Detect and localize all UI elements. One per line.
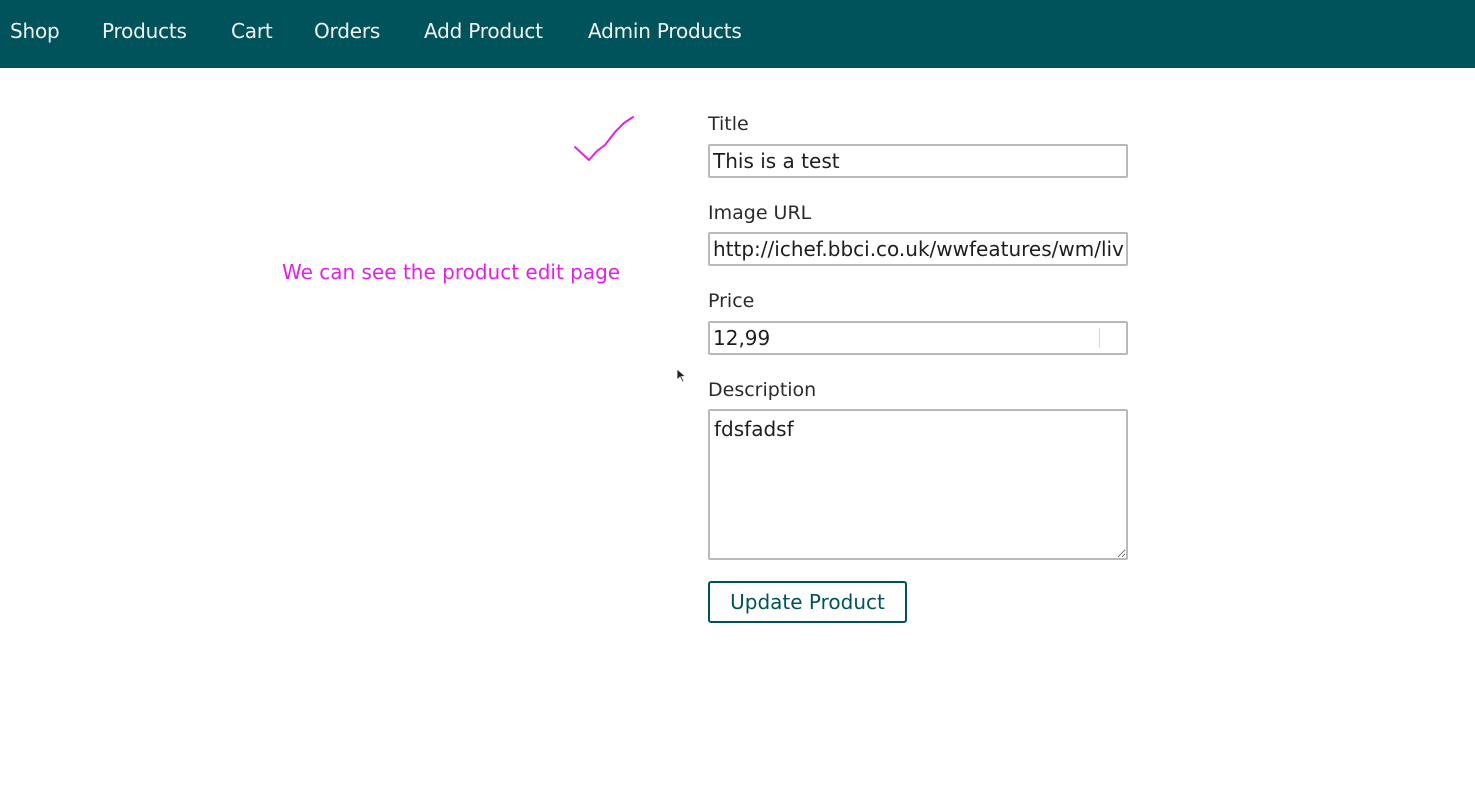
nav-shop-link[interactable]: Shop xyxy=(10,19,60,43)
update-product-button[interactable]: Update Product xyxy=(708,581,907,623)
price-label: Price xyxy=(708,290,755,312)
description-textarea[interactable]: fdsfadsf xyxy=(708,409,1128,560)
nav-cart-link[interactable]: Cart xyxy=(231,19,273,43)
price-field-divider xyxy=(1099,328,1100,348)
nav-add-product-link[interactable]: Add Product xyxy=(424,19,543,43)
price-input[interactable] xyxy=(708,321,1128,355)
annotation-note: We can see the product edit page xyxy=(282,260,621,284)
title-input[interactable] xyxy=(708,144,1128,178)
mouse-cursor-icon xyxy=(676,368,687,383)
title-label: Title xyxy=(708,113,749,135)
nav-products-link[interactable]: Products xyxy=(102,19,187,43)
description-label: Description xyxy=(708,379,817,401)
nav-admin-products-link[interactable]: Admin Products xyxy=(588,19,742,43)
handwritten-checkmark-icon xyxy=(574,116,634,161)
main-navigation: Shop Products Cart Orders Add Product Ad… xyxy=(0,0,1475,68)
image-url-label: Image URL xyxy=(708,202,812,224)
image-url-input[interactable] xyxy=(708,232,1128,266)
nav-orders-link[interactable]: Orders xyxy=(314,19,380,43)
